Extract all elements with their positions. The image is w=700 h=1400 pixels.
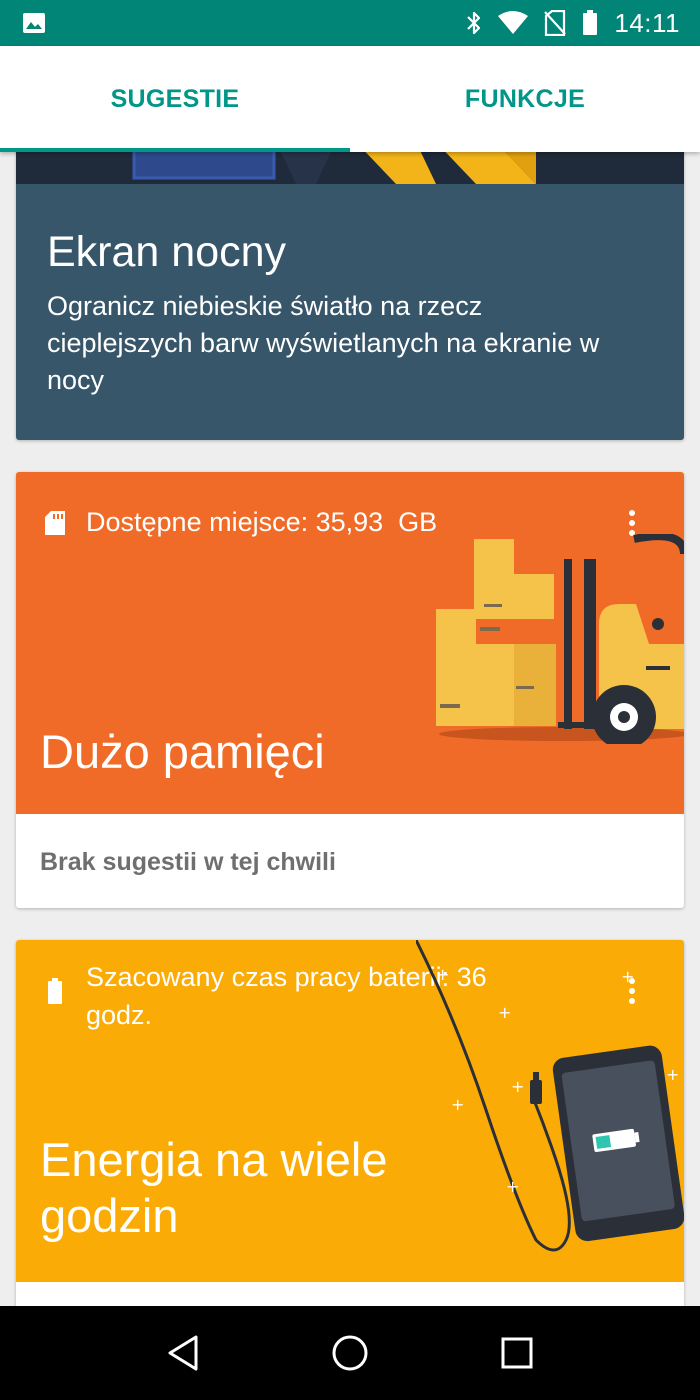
clock: 14:11 <box>614 7 680 38</box>
storage-card[interactable]: Dostępne miejsce: 35,93 GB Dużo pamięci … <box>16 472 684 908</box>
wifi-icon <box>498 11 529 35</box>
home-icon[interactable] <box>320 1323 380 1383</box>
bluetooth-icon <box>466 10 482 36</box>
storage-available-text: Dostępne miejsce: 35,93 GB <box>86 507 438 537</box>
svg-text:+: + <box>436 965 449 984</box>
status-icons: 14:11 <box>466 8 680 39</box>
storage-footer-text: Brak sugestii w tej chwili <box>40 848 336 876</box>
svg-text:+: + <box>511 1077 524 1096</box>
navigation-bar <box>0 1306 700 1400</box>
svg-text:+: + <box>506 1177 519 1196</box>
night-mode-card[interactable]: Ekran nocny Ogranicz niebieskie światło … <box>16 152 684 440</box>
night-mode-description: Ogranicz niebieskie światło na rzecz cie… <box>47 291 600 395</box>
tab-indicator <box>0 148 350 152</box>
tab-funkcje[interactable]: FUNKCJE <box>350 46 700 152</box>
status-bar: 14:11 <box>0 0 700 46</box>
phone-charging-illustration: + + + + + + + <box>414 940 684 1287</box>
tab-sugestie[interactable]: SUGESTIE <box>0 46 350 152</box>
battery-header: Szacowany czas pracy baterii: 36 godz. + <box>16 940 684 1282</box>
svg-text:+: + <box>666 1065 679 1084</box>
battery-title: Energia na wiele godzin <box>40 1133 388 1242</box>
battery-card[interactable]: Szacowany czas pracy baterii: 36 godz. + <box>16 940 684 1306</box>
svg-text:+: + <box>451 1095 464 1114</box>
image-icon <box>22 12 46 34</box>
no-sim-icon <box>544 10 567 36</box>
sd-card-icon <box>44 510 66 541</box>
tab-bar: SUGESTIE FUNKCJE <box>0 46 700 152</box>
storage-title: Dużo pamięci <box>40 725 325 778</box>
recents-icon[interactable] <box>487 1323 547 1383</box>
night-mode-title: Ekran nocny <box>47 228 287 276</box>
battery-status-icon <box>48 978 62 1009</box>
storage-header: Dostępne miejsce: 35,93 GB Dużo pamięci <box>16 472 684 814</box>
battery-icon <box>582 10 598 36</box>
back-icon[interactable] <box>153 1323 213 1383</box>
night-illustration <box>16 152 684 184</box>
svg-text:+: + <box>498 1003 511 1022</box>
suggestions-list[interactable]: Ekran nocny Ogranicz niebieskie światło … <box>0 152 700 1306</box>
svg-text:+: + <box>621 967 634 986</box>
forklift-illustration <box>434 532 684 749</box>
